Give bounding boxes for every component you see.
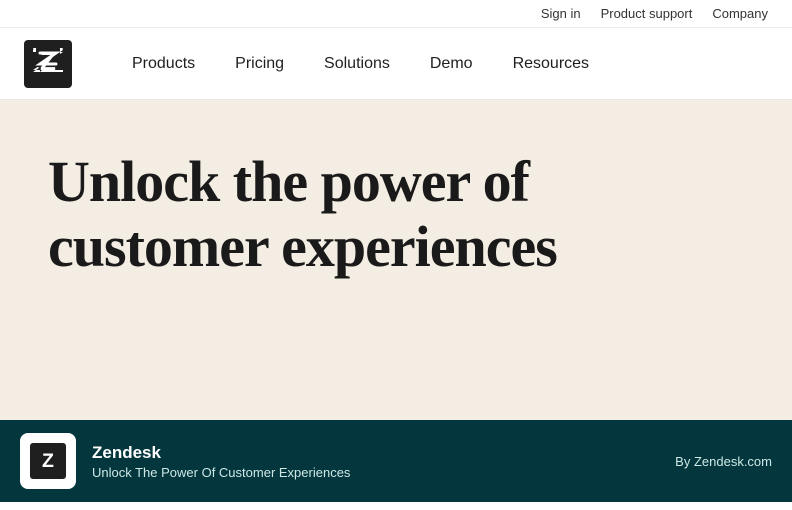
nav-links: Products Pricing Solutions Demo Resource… <box>112 55 768 73</box>
nav-demo[interactable]: Demo <box>410 47 493 80</box>
svg-text:Z: Z <box>42 450 54 472</box>
svg-text:Z: Z <box>40 46 56 76</box>
product-support-link[interactable]: Product support <box>601 6 693 21</box>
footer-text: Zendesk Unlock The Power Of Customer Exp… <box>92 443 659 480</box>
sign-in-link[interactable]: Sign in <box>541 6 581 21</box>
utility-bar: Sign in Product support Company <box>0 0 792 28</box>
nav-resources[interactable]: Resources <box>493 47 609 80</box>
footer-logo-box: Z <box>20 433 76 489</box>
zendesk-logo-icon: Z <box>24 40 72 88</box>
footer-brand: Zendesk <box>92 443 659 463</box>
hero-title: Unlock the power of customer experiences <box>48 150 568 280</box>
footer-url: By Zendesk.com <box>675 454 772 469</box>
footer-zendesk-logo-icon: Z <box>30 443 66 479</box>
footer-bar: Z Zendesk Unlock The Power Of Customer E… <box>0 420 792 502</box>
hero-section: Unlock the power of customer experiences <box>0 100 792 420</box>
company-link[interactable]: Company <box>712 6 768 21</box>
main-nav: Z Products Pricing Solutions Demo Resour… <box>0 28 792 100</box>
footer-tagline: Unlock The Power Of Customer Experiences <box>92 465 659 480</box>
nav-solutions[interactable]: Solutions <box>304 47 410 80</box>
nav-products[interactable]: Products <box>112 47 215 80</box>
logo-link[interactable]: Z <box>24 40 72 88</box>
nav-pricing[interactable]: Pricing <box>215 47 304 80</box>
